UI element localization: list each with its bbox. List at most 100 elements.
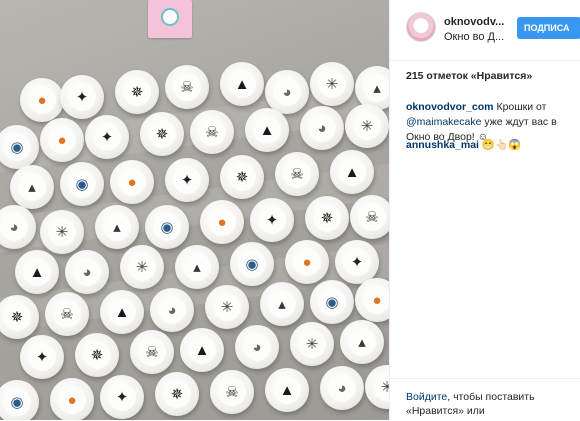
location-link[interactable]: Окно во Д... <box>444 31 504 43</box>
skull-icon: ☠ <box>198 118 226 146</box>
owl-icon: ◉ <box>68 170 96 198</box>
spider-icon: ✵ <box>83 341 111 369</box>
post-photo[interactable]: ● ✦ ✵ ☠ ▲ ◕ ✳ ▴ ◉ ● ✦ ✵ ☠ ▲ ◕ ✳ ▴ ◉ ● ✦ ✵ ☠ ▲ ◕ ✳ ▴ ◉ ● ✦ ✵ ☠ ▲ ◕ ✳ ▴ ◉ ● ✦ ✵ ☠… <box>0 0 389 420</box>
spider-icon: ✵ <box>148 120 176 148</box>
cat-icon: ▲ <box>338 158 366 186</box>
cupcake: ✳ <box>290 322 334 368</box>
cupcake: ● <box>50 378 94 420</box>
witch-hat-icon: ▴ <box>363 74 389 102</box>
web-icon: ✳ <box>353 112 381 140</box>
cupcake: ● <box>285 240 329 286</box>
caption-mention[interactable]: @maimakecake <box>406 116 481 128</box>
witch-hat-icon: ▴ <box>103 213 131 241</box>
spider-icon: ✵ <box>313 204 341 232</box>
owl-icon: ◉ <box>153 213 181 241</box>
web-icon: ✳ <box>213 293 241 321</box>
cupcake: ✳ <box>310 62 354 108</box>
post-sidebar: oknovodv... Окно во Д... ПОДПИСА 215 отм… <box>389 0 580 420</box>
owl-icon: ◉ <box>3 388 31 416</box>
cupcake: ▲ <box>15 250 59 296</box>
witch-hat-icon: ▴ <box>268 290 296 318</box>
cupcake: ▴ <box>260 282 304 328</box>
cupcake: ◉ <box>310 280 354 326</box>
avatar[interactable] <box>406 12 436 42</box>
cupcake: ▴ <box>340 320 384 366</box>
pumpkin-icon: ● <box>28 86 56 114</box>
cat-icon: ▲ <box>23 258 51 286</box>
cupcake: ◉ <box>60 162 104 208</box>
web-icon: ✳ <box>318 70 346 98</box>
cupcake: ◕ <box>320 366 364 412</box>
bat-icon: ✦ <box>68 83 96 111</box>
cupcake: ● <box>20 78 64 124</box>
cupcake: ✵ <box>0 295 39 341</box>
bat-icon: ✦ <box>173 166 201 194</box>
cupcake: ✦ <box>100 375 144 420</box>
ghost-icon: ◕ <box>328 374 356 402</box>
cupcake: ▲ <box>180 328 224 374</box>
witch-hat-icon: ▴ <box>348 328 376 356</box>
cupcake: ◕ <box>300 106 344 152</box>
cupcake: ☠ <box>45 292 89 338</box>
cupcake: ☠ <box>210 370 254 416</box>
cupcake: ● <box>40 118 84 164</box>
cupcake: ✵ <box>155 372 199 418</box>
cupcake: ▴ <box>95 205 139 251</box>
web-icon: ✳ <box>128 253 156 281</box>
login-prompt: Войдите, чтобы поставить «Нравится» или <box>406 390 580 418</box>
pumpkin-icon: ● <box>293 248 321 276</box>
cupcake: ✵ <box>75 333 119 379</box>
skull-icon: ☠ <box>358 203 386 231</box>
cat-icon: ▲ <box>108 298 136 326</box>
bat-icon: ✦ <box>28 343 56 371</box>
web-icon: ✳ <box>373 373 389 401</box>
cupcake: ☠ <box>130 330 174 376</box>
ghost-icon: ◕ <box>243 333 271 361</box>
bat-icon: ✦ <box>343 248 371 276</box>
username-link[interactable]: oknovodv... <box>444 16 504 28</box>
cupcake: ✳ <box>120 245 164 291</box>
cupcake: ◕ <box>235 325 279 371</box>
bat-icon: ✦ <box>108 383 136 411</box>
comment-text: 😁👆🏻😱 <box>478 139 522 151</box>
cupcake: ✵ <box>140 112 184 158</box>
comment-username[interactable]: annushka_mai <box>406 139 479 151</box>
cupcake: ✦ <box>165 158 209 204</box>
sticker-card <box>148 0 192 38</box>
cupcake: ▲ <box>330 150 374 196</box>
cupcake: ▲ <box>265 368 309 414</box>
spider-icon: ✵ <box>163 380 191 408</box>
cupcake: ✳ <box>345 104 389 150</box>
cupcake: ✵ <box>115 70 159 116</box>
skull-icon: ☠ <box>283 160 311 188</box>
bat-icon: ✦ <box>93 123 121 151</box>
follow-button[interactable]: ПОДПИСА <box>517 17 580 39</box>
login-link[interactable]: Войдите <box>406 391 447 403</box>
skull-icon: ☠ <box>138 338 166 366</box>
pumpkin-icon: ● <box>58 386 86 414</box>
cupcake: ● <box>200 200 244 246</box>
spider-icon: ✵ <box>228 163 256 191</box>
cupcake: ✦ <box>20 335 64 381</box>
cupcake: ▲ <box>245 108 289 154</box>
cupcake: ▲ <box>100 290 144 336</box>
cat-icon: ▲ <box>273 376 301 404</box>
skull-icon: ☠ <box>173 73 201 101</box>
skull-icon: ☠ <box>53 300 81 328</box>
cat-icon: ▲ <box>228 70 256 98</box>
web-icon: ✳ <box>48 218 76 246</box>
cupcake: ✦ <box>60 75 104 121</box>
likes-count[interactable]: 215 отметок «Нравится» <box>406 70 532 82</box>
cat-icon: ▲ <box>188 336 216 364</box>
witch-hat-icon: ▴ <box>183 253 211 281</box>
caption-username[interactable]: oknovodvor_com <box>406 101 494 113</box>
ghost-icon: ◕ <box>273 78 301 106</box>
ghost-icon: ◕ <box>0 213 28 241</box>
cupcake: ▲ <box>220 62 264 108</box>
cupcake: ✳ <box>40 210 84 256</box>
owl-icon: ◉ <box>238 250 266 278</box>
cupcake: ◉ <box>230 242 274 288</box>
ghost-icon: ◕ <box>308 114 336 142</box>
owl-icon: ◉ <box>3 133 31 161</box>
cupcake: ▴ <box>175 245 219 291</box>
